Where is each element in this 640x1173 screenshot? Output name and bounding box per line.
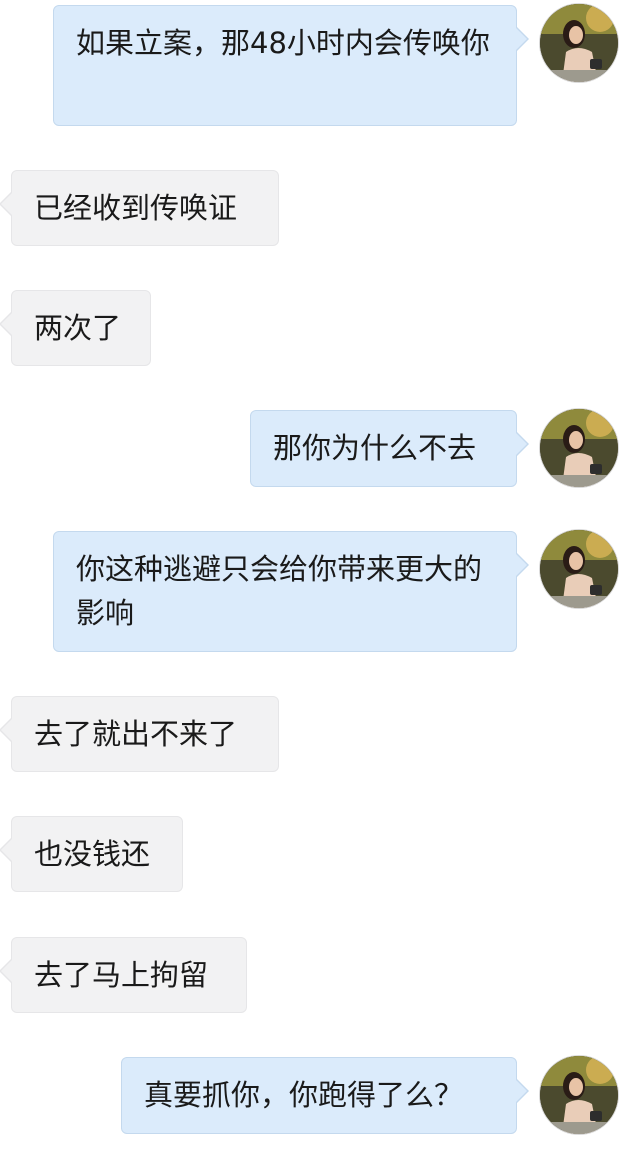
received-message-bubble[interactable]: 也没钱还 bbox=[0, 816, 183, 892]
message-text: 也没钱还 bbox=[34, 837, 151, 871]
message-text: 去了马上拘留 bbox=[34, 958, 209, 992]
sent-message-bubble[interactable]: 你这种逃避只会给你带来更大的影响 bbox=[53, 531, 529, 652]
sent-message-bubble[interactable]: 那你为什么不去 bbox=[250, 410, 529, 487]
received-message-bubble[interactable]: 去了马上拘留 bbox=[0, 937, 247, 1013]
user-avatar-photo-icon[interactable] bbox=[540, 409, 618, 487]
user-avatar-photo-icon[interactable] bbox=[540, 4, 618, 82]
message-text: 去了就出不来了 bbox=[34, 717, 238, 751]
message-text: 已经收到传唤证 bbox=[34, 191, 238, 225]
sent-message-bubble[interactable]: 如果立案，那48小时内会传唤你 bbox=[53, 5, 529, 126]
message-text: 真要抓你，你跑得了么？ bbox=[144, 1078, 464, 1112]
user-avatar-photo-icon[interactable] bbox=[540, 530, 618, 608]
received-message-bubble[interactable]: 两次了 bbox=[0, 290, 151, 366]
message-text: 你这种逃避只会给你带来更大的影响 bbox=[76, 552, 483, 630]
message-text: 如果立案，那48小时内会传唤你 bbox=[76, 26, 490, 60]
received-message-bubble[interactable]: 已经收到传唤证 bbox=[0, 170, 279, 246]
message-text: 那你为什么不去 bbox=[273, 431, 477, 465]
chat-message-list: 如果立案，那48小时内会传唤你 已经收到传唤证 两次了 那你为什么不去 你这种逃… bbox=[0, 0, 640, 1173]
received-message-bubble[interactable]: 去了就出不来了 bbox=[0, 696, 279, 772]
user-avatar-photo-icon[interactable] bbox=[540, 1056, 618, 1134]
sent-message-bubble[interactable]: 真要抓你，你跑得了么？ bbox=[121, 1057, 529, 1134]
message-text: 两次了 bbox=[34, 311, 122, 345]
